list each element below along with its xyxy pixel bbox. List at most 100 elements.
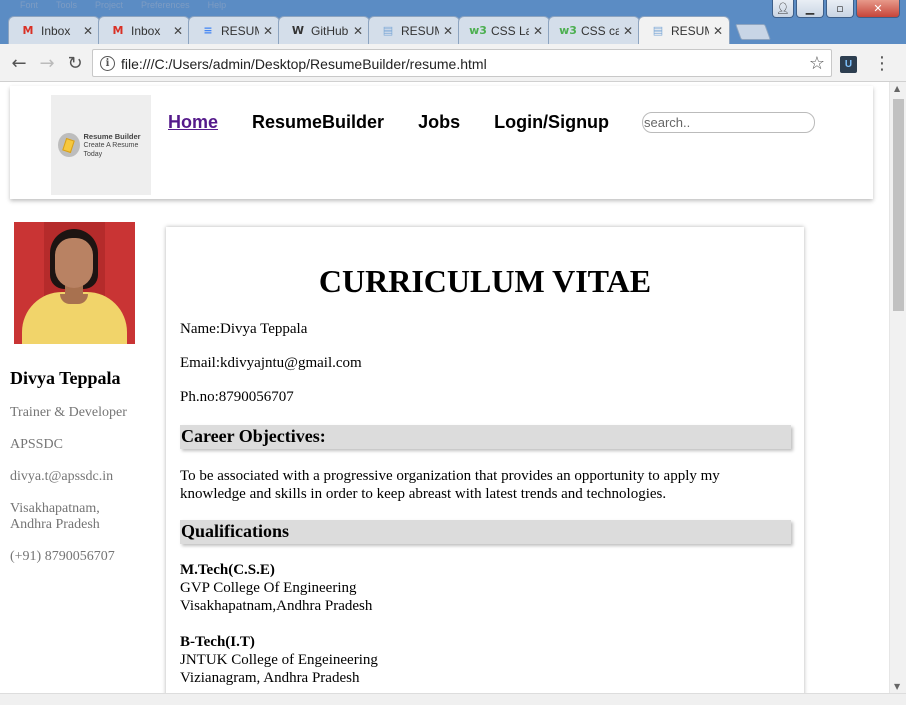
site-nav: Home ResumeBuilder Jobs Login/Signup xyxy=(168,112,609,133)
qualification-college: GVP College Of Engineering xyxy=(180,580,357,596)
qualification-degree: M.Tech(C.S.E) xyxy=(180,562,275,578)
tab-close-icon[interactable]: ✕ xyxy=(443,24,453,38)
tab-strip: MInbox✕MInbox✕≡RESUME✕WGitHub✕▤RESUME✕w3… xyxy=(0,16,771,44)
window-titlebar: Font Tools Project Preferences Help 👤︎ ▁… xyxy=(0,0,906,44)
maximize-button[interactable]: ▫ xyxy=(826,0,854,18)
profile-detail-line: APSSDC xyxy=(10,437,63,452)
address-bar[interactable]: i file:///C:/Users/admin/Desktop/ResumeB… xyxy=(92,49,832,77)
profile-sidebar: Divya Teppala Trainer & Developer APSSDC d… xyxy=(10,222,150,565)
tab-close-icon[interactable]: ✕ xyxy=(713,24,723,38)
tab-close-icon[interactable]: ✕ xyxy=(263,24,273,38)
nav-link-login-signup[interactable]: Login/Signup xyxy=(494,112,609,133)
browser-tab[interactable]: w3 CSS Layout ✕ xyxy=(458,16,550,44)
vertical-scrollbar[interactable]: ▲ ▼ xyxy=(889,82,906,693)
back-arrow-icon: ← xyxy=(11,52,27,74)
page-viewport: Resume Builder Create A Resume Today Hom… xyxy=(0,82,906,705)
faded-menu-item: Project xyxy=(95,0,124,10)
user-profile-button[interactable]: 👤︎ xyxy=(772,0,794,18)
w3schools-icon: w3 xyxy=(469,24,487,37)
logo-tagline: Create A Resume Today xyxy=(83,141,139,158)
qualification-entry: B-Tech(I.T) JNTUK College of Engeineerin… xyxy=(180,633,378,687)
gmail-icon: M xyxy=(112,24,124,37)
cv-email: Email:kdivyajntu@gmail.com xyxy=(180,355,362,371)
browser-menu-icon[interactable]: ⋮ xyxy=(873,53,891,74)
browser-tab[interactable]: M Inbox ✕ xyxy=(98,16,190,44)
minimize-icon: ▁ xyxy=(805,2,815,15)
back-button[interactable]: ← xyxy=(8,52,30,74)
cv-name: Name:Divya Teppala xyxy=(180,321,308,337)
cv-card: CURRICULUM VITAE Name:Divya Teppala Emai… xyxy=(166,227,804,705)
cv-phone: Ph.no:8790056707 xyxy=(180,389,294,405)
tab-close-icon[interactable]: ✕ xyxy=(173,24,183,38)
profile-detail-line: divya.t@apssdc.in xyxy=(10,469,114,484)
qualification-entry: M.Tech(C.S.E) GVP College Of Engineering… xyxy=(180,561,372,615)
profile-name: Divya Teppala xyxy=(10,368,121,388)
search-input[interactable] xyxy=(642,112,815,133)
w3schools-icon: w3 xyxy=(559,24,577,37)
scroll-up-icon[interactable]: ▲ xyxy=(894,84,900,93)
user-icon: 👤︎ xyxy=(776,2,790,15)
faded-menu-item: Preferences xyxy=(141,0,190,10)
bookmark-star-icon[interactable]: ☆ xyxy=(809,53,825,74)
nav-link-home[interactable]: Home xyxy=(168,112,218,133)
faded-menu-item: Font xyxy=(20,0,39,10)
scroll-down-icon[interactable]: ▼ xyxy=(894,682,900,691)
info-icon[interactable]: i xyxy=(100,56,115,71)
extension-icon[interactable]: U xyxy=(840,56,857,73)
minimize-button[interactable]: ▁ xyxy=(796,0,824,18)
profile-detail-line: Trainer & Developer xyxy=(10,405,127,420)
career-objectives-text: To be associated with a progressive orga… xyxy=(180,468,720,502)
url-text[interactable]: file:///C:/Users/admin/Desktop/ResumeBui… xyxy=(121,56,487,72)
browser-tab[interactable]: W GitHub ✕ xyxy=(278,16,370,44)
reload-icon: ↻ xyxy=(67,52,83,74)
browser-toolbar: ← → ↻ i file:///C:/Users/admin/Desktop/R… xyxy=(0,44,906,82)
tab-title: CSS Layout xyxy=(491,23,529,38)
qualification-college: JNTUK College of Engeineering xyxy=(180,652,378,668)
gmail-icon: M xyxy=(22,24,34,37)
cv-title: CURRICULUM VITAE xyxy=(318,263,652,299)
forward-arrow-icon: → xyxy=(39,52,55,74)
forward-button[interactable]: → xyxy=(36,52,58,74)
site-logo[interactable]: Resume Builder Create A Resume Today xyxy=(51,95,151,195)
tab-title: RESUME xyxy=(401,23,439,38)
site-header: Resume Builder Create A Resume Today Hom… xyxy=(10,86,873,199)
logo-title: Resume Builder xyxy=(83,131,141,141)
tab-close-icon[interactable]: ✕ xyxy=(83,24,93,38)
tab-title: RESUME xyxy=(671,23,709,38)
career-objectives-heading: Career Objectives: xyxy=(180,425,791,449)
faded-menu-item: Tools xyxy=(56,0,78,10)
browser-tab[interactable]: ≡ RESUME ✕ xyxy=(188,16,280,44)
qualification-degree: B-Tech(I.T) xyxy=(180,634,255,650)
tab-close-icon[interactable]: ✕ xyxy=(623,24,633,38)
tab-title: GitHub xyxy=(311,23,349,38)
tab-title: RESUME xyxy=(221,23,259,38)
wikipedia-icon: W xyxy=(291,24,305,37)
profile-details: Trainer & Developer APSSDC divya.t@apssdc.… xyxy=(10,405,150,565)
logo-text: Resume Builder Create A Resume Today xyxy=(84,132,152,159)
close-window-button[interactable]: ✕ xyxy=(856,0,900,18)
browser-tab[interactable]: M Inbox ✕ xyxy=(8,16,100,44)
qualification-place: Visakhapatnam,Andhra Pradesh xyxy=(180,598,373,614)
tab-title: Inbox xyxy=(41,23,71,38)
profile-photo xyxy=(14,222,135,344)
browser-tab[interactable]: w3 CSS cards ✕ xyxy=(548,16,640,44)
tab-close-icon[interactable]: ✕ xyxy=(353,24,363,38)
page-icon: ▤ xyxy=(652,24,664,37)
qualification-place: Vizianagram, Andhra Pradesh xyxy=(180,670,360,686)
profile-detail-line: Visakhapatnam, Andhra Pradesh xyxy=(10,501,100,532)
new-tab-button[interactable] xyxy=(735,24,771,40)
scroll-thumb[interactable] xyxy=(893,99,904,311)
faded-menu: Font Tools Project Preferences Help xyxy=(20,0,227,10)
tab-close-icon[interactable]: ✕ xyxy=(533,24,543,38)
tab-title: CSS cards xyxy=(581,23,619,38)
docs-icon: ≡ xyxy=(203,24,213,37)
window-controls: 👤︎ ▁ ▫ ✕ xyxy=(772,0,900,18)
nav-link-resumebuilder[interactable]: ResumeBuilder xyxy=(252,112,384,133)
tab-title: Inbox xyxy=(131,23,161,38)
faded-menu-item: Help xyxy=(207,0,227,10)
browser-tab[interactable]: ▤ RESUME ✕ xyxy=(638,16,730,44)
logo-pencil-icon xyxy=(58,133,80,157)
reload-button[interactable]: ↻ xyxy=(64,52,86,74)
nav-link-jobs[interactable]: Jobs xyxy=(418,112,460,133)
browser-tab[interactable]: ▤ RESUME ✕ xyxy=(368,16,460,44)
